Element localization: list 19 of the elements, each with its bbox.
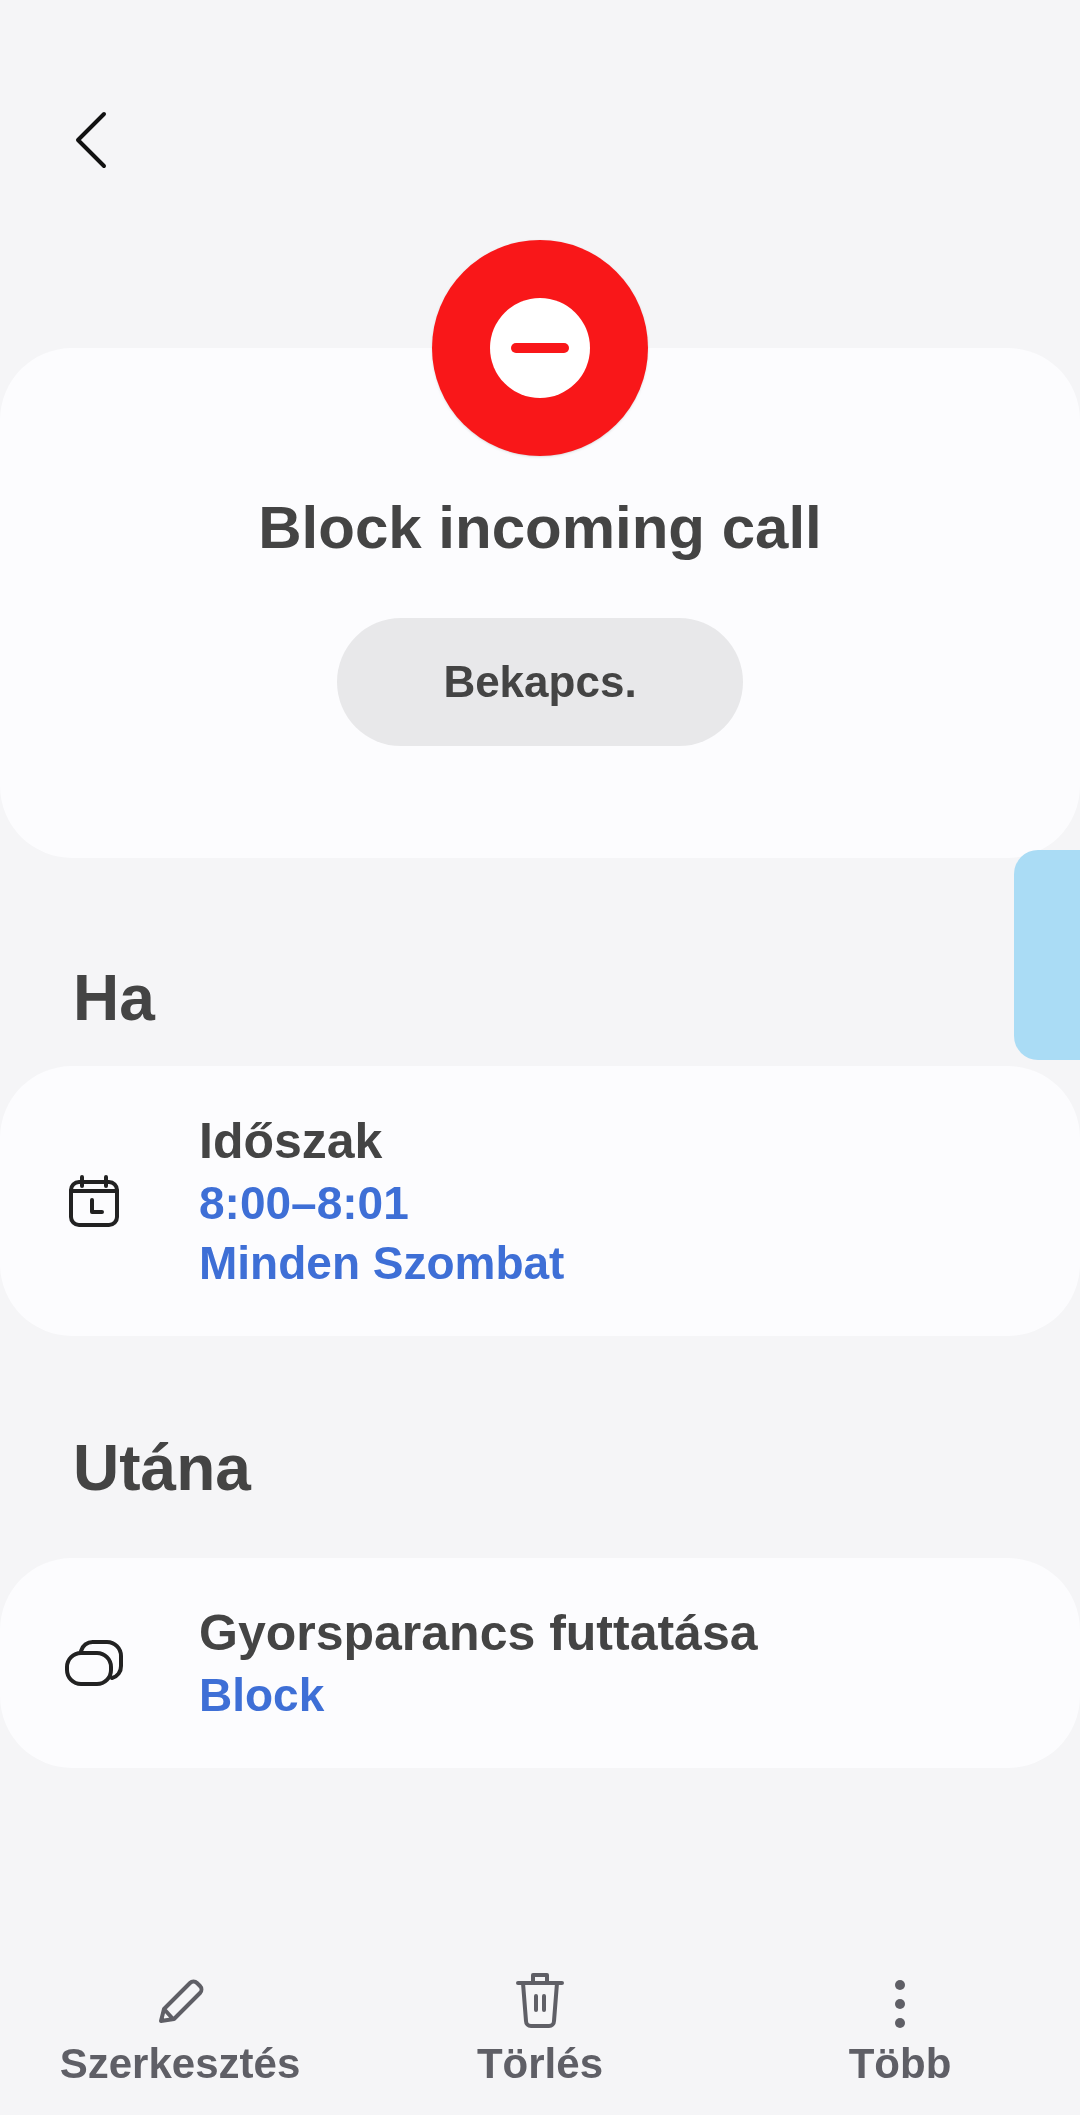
- item-title: Gyorsparancs futtatása: [199, 1608, 758, 1658]
- calendar-clock-icon: [67, 1174, 120, 1228]
- item-detail: Block: [199, 1672, 326, 1718]
- item-detail: Minden Szombat: [199, 1240, 565, 1286]
- toolbar-button[interactable]: Szerkesztés: [0, 1925, 360, 2085]
- trash-icon: [515, 1971, 565, 2029]
- item-detail: 8:00–8:01: [199, 1180, 410, 1226]
- section-heading: Utána: [72, 1436, 253, 1500]
- item-title: Időszak: [199, 1116, 384, 1166]
- rule-title: Block incoming call: [258, 498, 822, 558]
- toolbar-button[interactable]: Több: [720, 1925, 1080, 2085]
- section-heading: Ha: [72, 966, 157, 1030]
- stacked-cards-icon: [63, 1639, 124, 1687]
- toggle-button[interactable]: Bekapcs.: [337, 618, 743, 746]
- edge-panel-handle[interactable]: [1014, 850, 1080, 1060]
- condition-card[interactable]: Gyorsparancs futtatása Block: [0, 1558, 1080, 1768]
- toolbar-button[interactable]: Törlés: [360, 1925, 720, 2085]
- condition-card[interactable]: Időszak 8:00–8:01 Minden Szombat: [0, 1066, 1080, 1336]
- more-options-icon: [894, 1979, 906, 2029]
